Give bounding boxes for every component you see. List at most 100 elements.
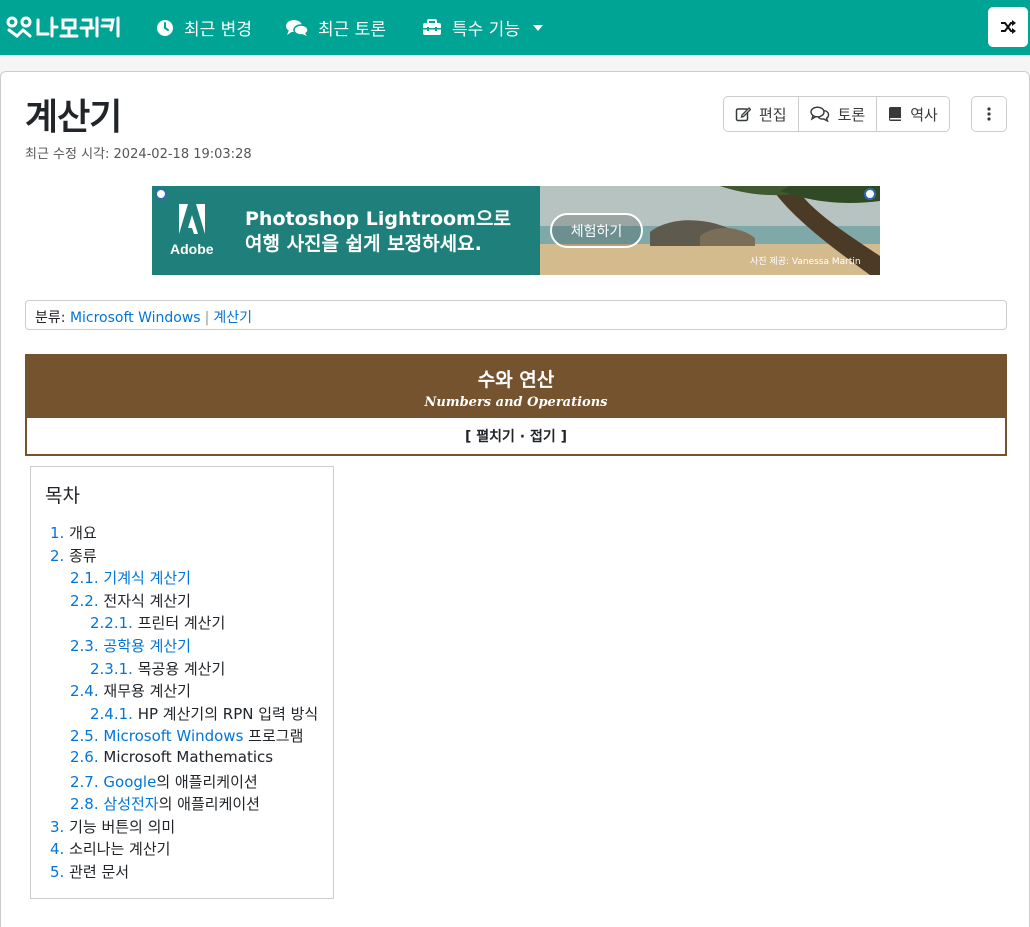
ad-choices-icon[interactable] — [864, 188, 876, 200]
toc-item-text: 종류 — [69, 546, 97, 565]
toc-item-text: Microsoft Mathematics — [103, 748, 274, 766]
toc-item-text: HP 계산기의 RPN 입력 방식 — [137, 704, 319, 723]
ad-cta-button[interactable]: 체험하기 — [550, 213, 643, 248]
ad-line-2: 여행 사진을 쉽게 보정하세요. — [245, 233, 482, 255]
category-box: 분류: Microsoft Windows | 계산기 — [25, 300, 1007, 330]
toc-item-number[interactable]: 2.3. — [70, 637, 99, 655]
toc-item[interactable]: 2.3.1. 목공용 계산기 — [90, 658, 225, 679]
toc-item[interactable]: 4. 소리나는 계산기 — [50, 838, 170, 859]
category-label: 분류: — [35, 310, 66, 326]
ad-headline: Photoshop Lightroom으로 여행 사진을 쉽게 보정하세요. — [245, 207, 511, 257]
toc-item[interactable]: 3. 기능 버튼의 의미 — [50, 816, 175, 837]
comments-icon — [286, 19, 308, 36]
toc-item-number[interactable]: 2.5. — [70, 727, 99, 745]
category-separator: | — [204, 310, 210, 326]
toc-item-text: 의 애플리케이션 — [156, 772, 258, 791]
toc-item[interactable]: 2.1. 기계식 계산기 — [70, 567, 191, 588]
article-actions: 편집 토론 역사 — [723, 96, 950, 132]
site-logo[interactable] — [6, 14, 124, 40]
toc-item-number[interactable]: 2.6. — [70, 748, 99, 766]
toc-item-text: 개요 — [69, 524, 97, 542]
nav-recent-changes[interactable]: 최근 변경 — [156, 0, 252, 55]
book-icon — [889, 107, 902, 121]
toolbox-icon — [423, 19, 441, 35]
toc-item[interactable]: 2.3. 공학용 계산기 — [70, 635, 191, 656]
navbox-title: 수와 연산 — [477, 369, 555, 391]
nav-special-functions-label: 특수 기능 — [452, 20, 520, 40]
toc-item-number[interactable]: 2.4. — [70, 682, 99, 700]
toc-item[interactable]: 2.7. Google의 애플리케이션 — [70, 771, 258, 792]
navbox-subtitle: Numbers and Operations — [424, 395, 608, 410]
comments-outline-icon — [809, 106, 829, 122]
toc-item[interactable]: 1. 개요 — [50, 522, 97, 543]
ad-banner[interactable]: Adobe Photoshop Lightroom으로 여행 사진을 쉽게 보정… — [152, 186, 880, 275]
history-button-label: 역사 — [910, 105, 938, 124]
toc-item-number[interactable]: 2.4.1. — [90, 705, 133, 723]
toc-item-text: 전자식 계산기 — [103, 591, 191, 610]
toc-item[interactable]: 2.5. Microsoft Windows 프로그램 — [70, 725, 303, 746]
toc-item-link[interactable]: Google — [103, 773, 156, 791]
toc-item-number[interactable]: 2.2. — [70, 592, 99, 610]
navbox-header: 수와 연산 Numbers and Operations — [27, 356, 1005, 418]
nav-recent-discuss-label: 최근 토론 — [318, 20, 386, 40]
toc-item-text: 관련 문서 — [69, 863, 130, 881]
ad-brand: Adobe — [170, 241, 214, 257]
toc-item-number[interactable]: 2.2.1. — [90, 614, 133, 632]
navbox: 수와 연산 Numbers and Operations [ 펼치기 · 접기 … — [25, 354, 1007, 456]
toc-item-number[interactable]: 2.1. — [70, 569, 99, 587]
toc-item[interactable]: 2.4.1. HP 계산기의 RPN 입력 방식 — [90, 703, 318, 724]
page-title: 계산기 — [25, 97, 122, 138]
toc-title: 목차 — [45, 485, 80, 507]
clock-icon — [157, 19, 173, 36]
toc-item-number[interactable]: 1. — [50, 524, 64, 542]
toc-item-number[interactable]: 2. — [50, 547, 64, 565]
toc-item-number[interactable]: 4. — [50, 840, 64, 858]
toc-item-text: 프로그램 — [243, 727, 304, 746]
toc-item-link[interactable]: Microsoft Windows — [103, 727, 243, 745]
toc-item[interactable]: 2.6. Microsoft Mathematics — [70, 748, 273, 766]
ad-info-icon[interactable] — [155, 188, 167, 200]
toc-item[interactable]: 2.2.1. 프린터 계산기 — [90, 612, 225, 633]
toc-item-number[interactable]: 2.7. — [70, 773, 99, 791]
category-link-windows[interactable]: Microsoft Windows — [70, 310, 201, 326]
adobe-logo-icon — [178, 204, 205, 234]
edit-button[interactable]: 편집 — [724, 97, 799, 131]
toc-item-number[interactable]: 3. — [50, 818, 64, 836]
ellipsis-vertical-icon — [987, 107, 991, 121]
toc-item[interactable]: 2.8. 삼성전자의 애플리케이션 — [70, 793, 260, 814]
shuffle-icon — [1001, 20, 1016, 34]
toc-item[interactable]: 5. 관련 문서 — [50, 861, 129, 882]
toc-item[interactable]: 2.4. 재무용 계산기 — [70, 680, 191, 701]
toc-item-text: 재무용 계산기 — [103, 682, 191, 701]
toc-item-link[interactable]: 삼성전자 — [103, 795, 158, 813]
top-navbar: 최근 변경 최근 토론 특수 기능 — [0, 0, 1030, 55]
namuwiki-logo-icon — [6, 16, 120, 38]
toc-item-number[interactable]: 2.3.1. — [90, 660, 133, 678]
toc-item[interactable]: 2.2. 전자식 계산기 — [70, 590, 191, 611]
toc-item-text: 의 애플리케이션 — [158, 795, 260, 814]
nav-recent-changes-label: 최근 변경 — [184, 20, 252, 40]
toc-item[interactable]: 2. 종류 — [50, 545, 97, 566]
ad-line-1: Photoshop Lightroom으로 — [245, 208, 511, 230]
ad-photo-credit: 사진 제공: Vanessa Martin — [750, 257, 861, 267]
toc-item-link[interactable]: 기계식 계산기 — [103, 569, 191, 587]
random-page-button[interactable] — [988, 7, 1028, 47]
toc-item-text: 소리나는 계산기 — [69, 840, 171, 859]
last-modified: 최근 수정 시각: 2024-02-18 19:03:28 — [25, 147, 252, 162]
toc-item-link[interactable]: 공학용 계산기 — [103, 637, 191, 655]
navbox-toggle[interactable]: [ 펼치기 · 접기 ] — [27, 426, 1005, 446]
toc-item-text: 목공용 계산기 — [137, 659, 226, 678]
discuss-button[interactable]: 토론 — [799, 97, 878, 131]
more-options-button[interactable] — [971, 96, 1007, 132]
toc-item-number[interactable]: 2.8. — [70, 795, 99, 813]
history-button[interactable]: 역사 — [877, 97, 949, 131]
nav-special-functions[interactable]: 특수 기능 — [422, 0, 544, 55]
category-link-calculator[interactable]: 계산기 — [213, 310, 252, 326]
nav-recent-discuss[interactable]: 최근 토론 — [286, 0, 386, 55]
discuss-button-label: 토론 — [837, 105, 866, 124]
table-of-contents: 목차 1. 개요 2. 종류 2.1. 기계식 계산기 2.2. 전자식 계산기 2.2… — [30, 466, 334, 899]
caret-down-icon — [532, 24, 543, 31]
toc-item-text: 프린터 계산기 — [137, 614, 226, 633]
toc-item-text: 기능 버튼의 의미 — [69, 817, 176, 836]
toc-item-number[interactable]: 5. — [50, 863, 64, 881]
